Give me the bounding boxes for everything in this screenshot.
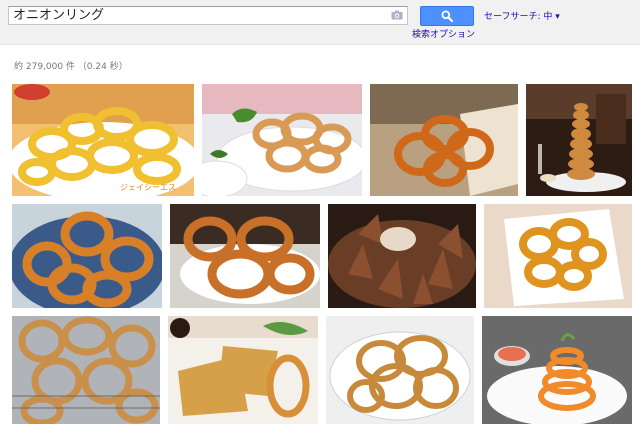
camera-icon[interactable] <box>391 10 403 20</box>
result-stats: 約 279,000 件 （0.24 秒） <box>14 62 128 72</box>
image-result-7[interactable] <box>328 204 476 308</box>
image-result-10[interactable] <box>168 316 318 424</box>
image-result-2[interactable] <box>202 84 362 196</box>
image-result-12[interactable] <box>482 316 632 424</box>
image-result-1[interactable]: ジェイシーエス <box>12 84 194 196</box>
search-input[interactable] <box>13 7 383 24</box>
search-box[interactable] <box>8 6 408 25</box>
safesearch-dropdown[interactable]: セーフサーチ: 中 ▾ <box>484 9 560 22</box>
image-result-9[interactable] <box>12 316 160 424</box>
search-button[interactable] <box>420 6 474 26</box>
image-result-8[interactable] <box>484 204 632 308</box>
advanced-search-link[interactable]: 検索オプション <box>412 27 475 40</box>
image-result-11[interactable] <box>326 316 474 424</box>
search-icon <box>441 10 453 22</box>
image-result-3[interactable] <box>370 84 518 196</box>
image-result-4[interactable] <box>526 84 632 196</box>
image-caption: ジェイシーエス <box>120 183 176 192</box>
image-result-6[interactable] <box>170 204 320 308</box>
search-header: 検索オプション セーフサーチ: 中 ▾ <box>0 0 640 45</box>
image-result-5[interactable] <box>12 204 162 308</box>
